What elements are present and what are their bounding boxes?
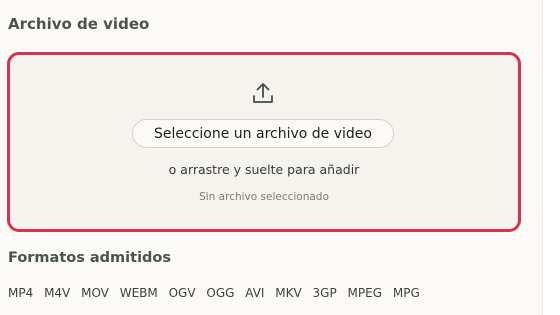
section-title: Archivo de video xyxy=(8,15,150,33)
no-file-selected-status: Sin archivo seleccionado xyxy=(199,191,329,203)
format-item: AVI xyxy=(245,286,265,300)
scroll-gutter xyxy=(542,0,560,315)
select-video-file-button[interactable]: Seleccione un archivo de video xyxy=(132,119,394,148)
upload-icon xyxy=(252,81,274,105)
supported-formats-title: Formatos admitidos xyxy=(8,250,172,266)
format-item: 3GP xyxy=(312,286,337,300)
supported-formats-list: MP4 M4V MOV WEBM OGV OGG AVI MKV 3GP MPE… xyxy=(8,286,427,300)
format-item: OGV xyxy=(168,286,196,300)
format-item: MP4 xyxy=(8,286,34,300)
format-item: M4V xyxy=(44,286,71,300)
format-item: MPG xyxy=(392,286,420,300)
format-item: MKV xyxy=(275,286,302,300)
drag-drop-hint: o arrastre y suelte para añadir xyxy=(168,162,360,177)
format-item: OGG xyxy=(206,286,235,300)
format-item: WEBM xyxy=(119,286,158,300)
format-item: MOV xyxy=(81,286,109,300)
format-item: MPEG xyxy=(347,286,383,300)
